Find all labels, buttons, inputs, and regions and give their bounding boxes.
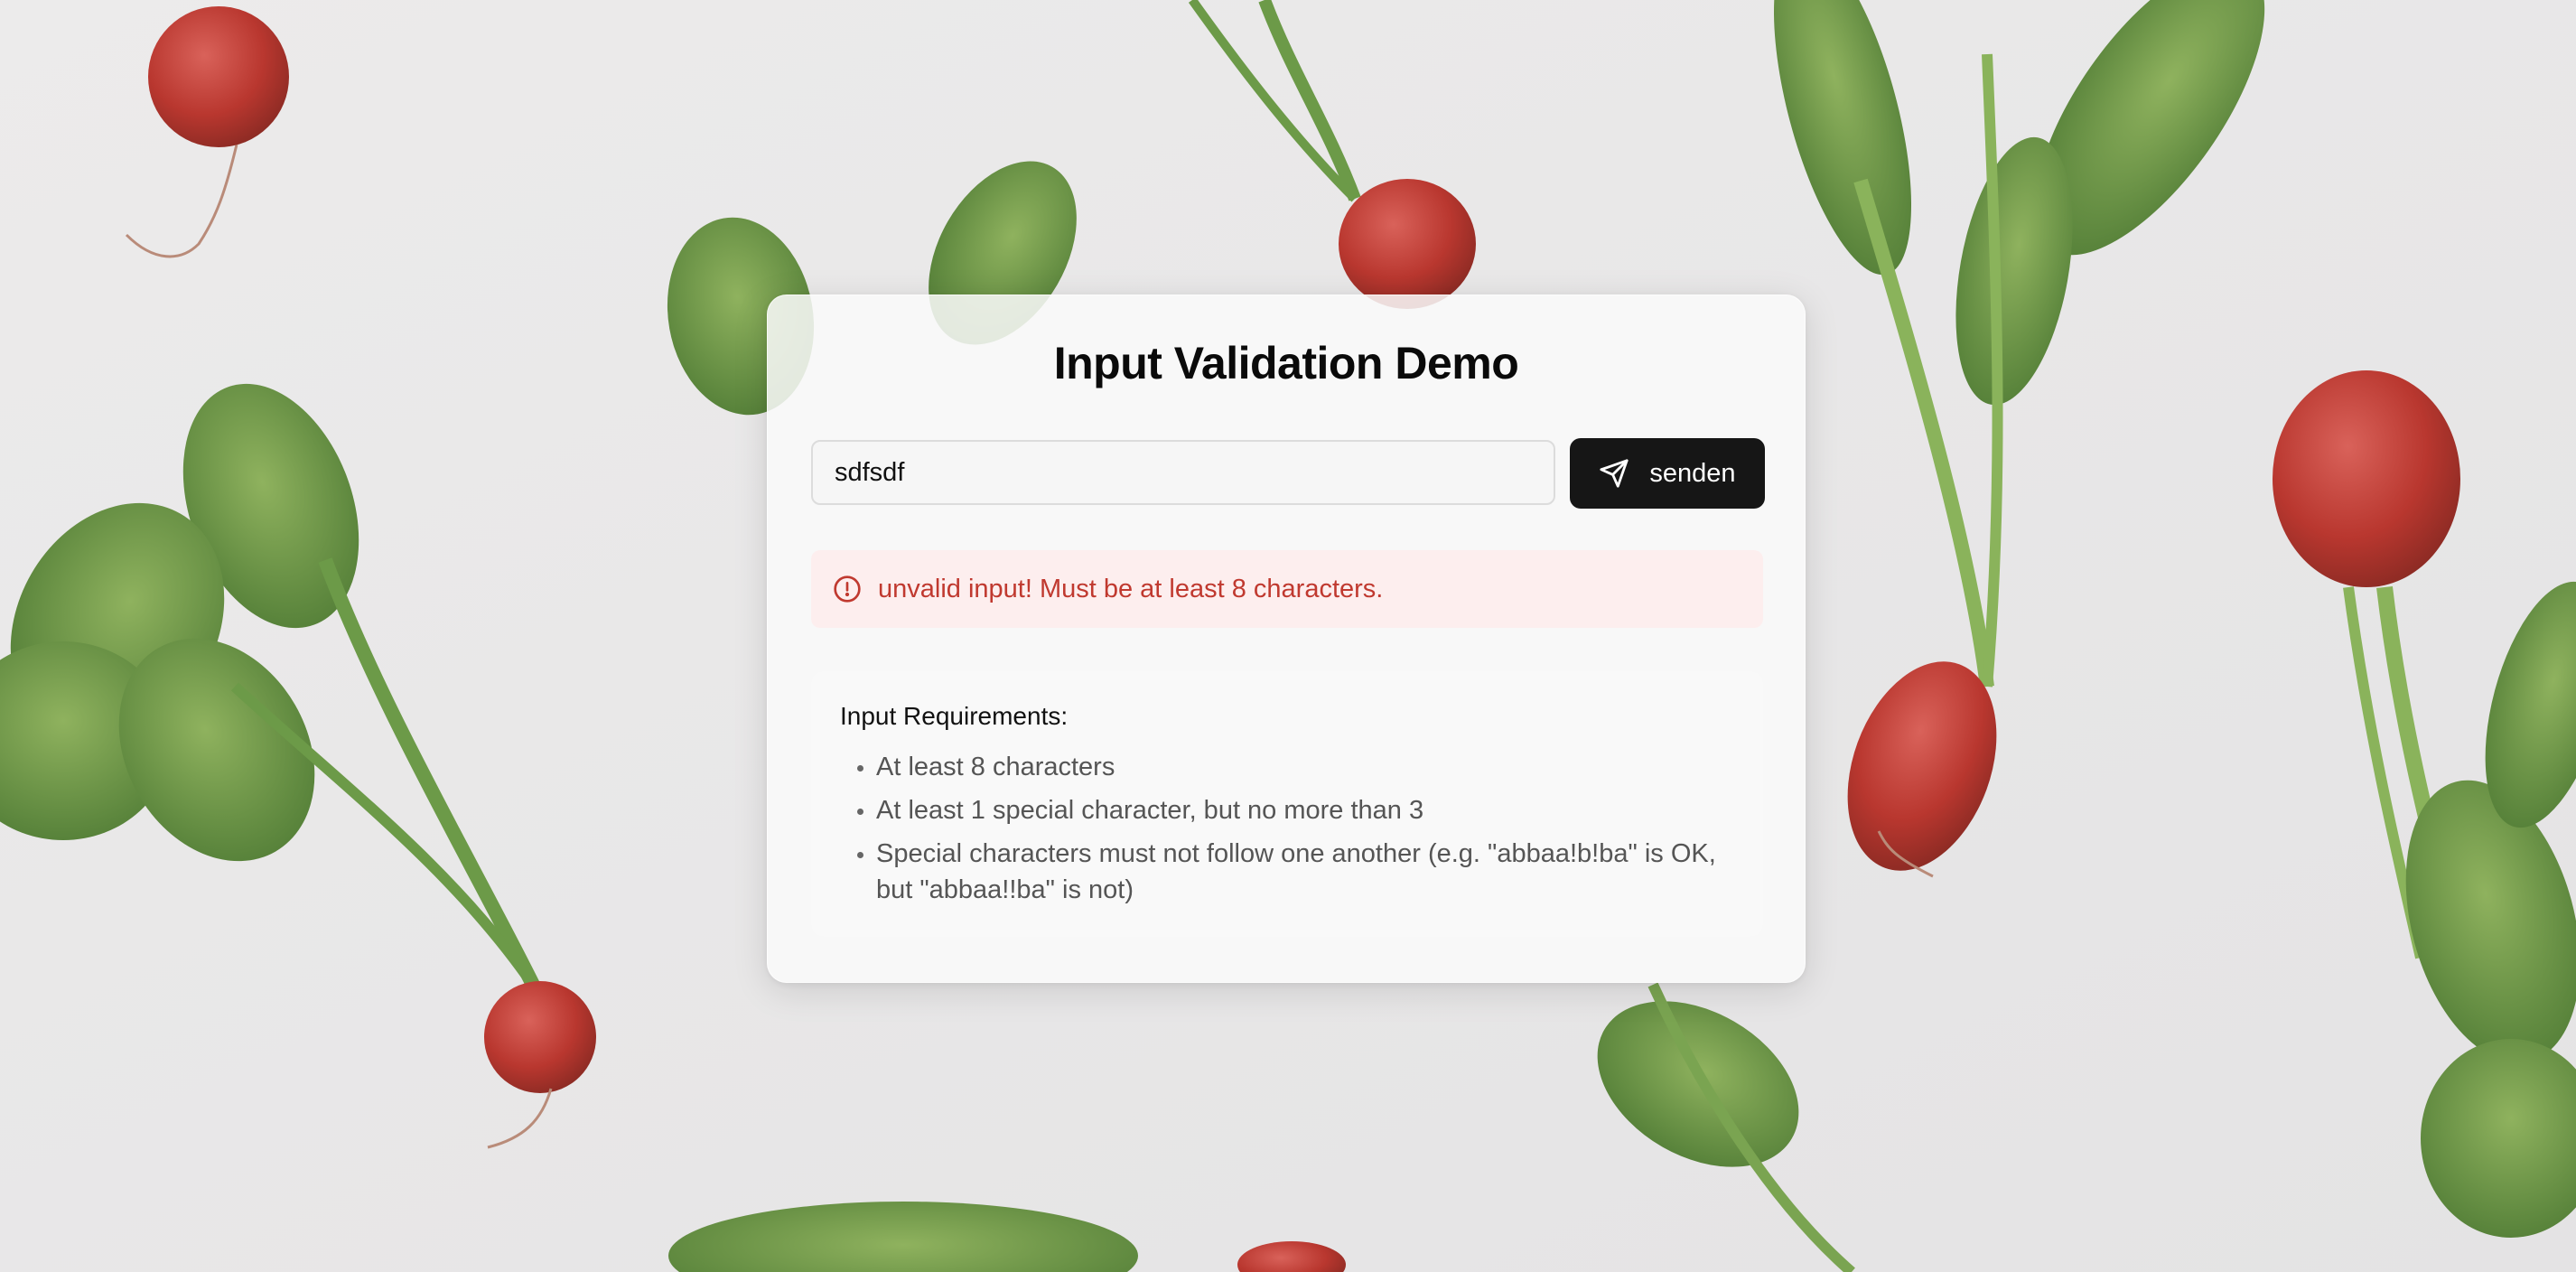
requirements-list: At least 8 characters At least 1 special… <box>840 749 1734 908</box>
page-title: Input Validation Demo <box>1053 338 1519 388</box>
requirement-item: At least 8 characters <box>876 749 1734 785</box>
validation-input[interactable] <box>811 440 1555 505</box>
error-message: unvalid input! Must be at least 8 charac… <box>878 574 1384 603</box>
error-alert: unvalid input! Must be at least 8 charac… <box>811 550 1763 628</box>
requirement-item: At least 1 special character, but no mor… <box>876 792 1734 828</box>
send-button[interactable]: senden <box>1570 438 1765 509</box>
validation-card: Input Validation Demo senden <box>767 295 1806 983</box>
input-row: senden <box>811 438 1765 510</box>
alert-circle-icon <box>833 575 862 603</box>
requirements-title: Input Requirements: <box>840 702 1069 730</box>
page: Input Validation Demo senden <box>0 0 2576 1272</box>
requirements-panel: Input Requirements: At least 8 character… <box>811 671 1763 937</box>
send-button-label: senden <box>1649 458 1736 488</box>
send-icon <box>1599 458 1629 489</box>
requirement-item: Special characters must not follow one a… <box>876 836 1734 908</box>
